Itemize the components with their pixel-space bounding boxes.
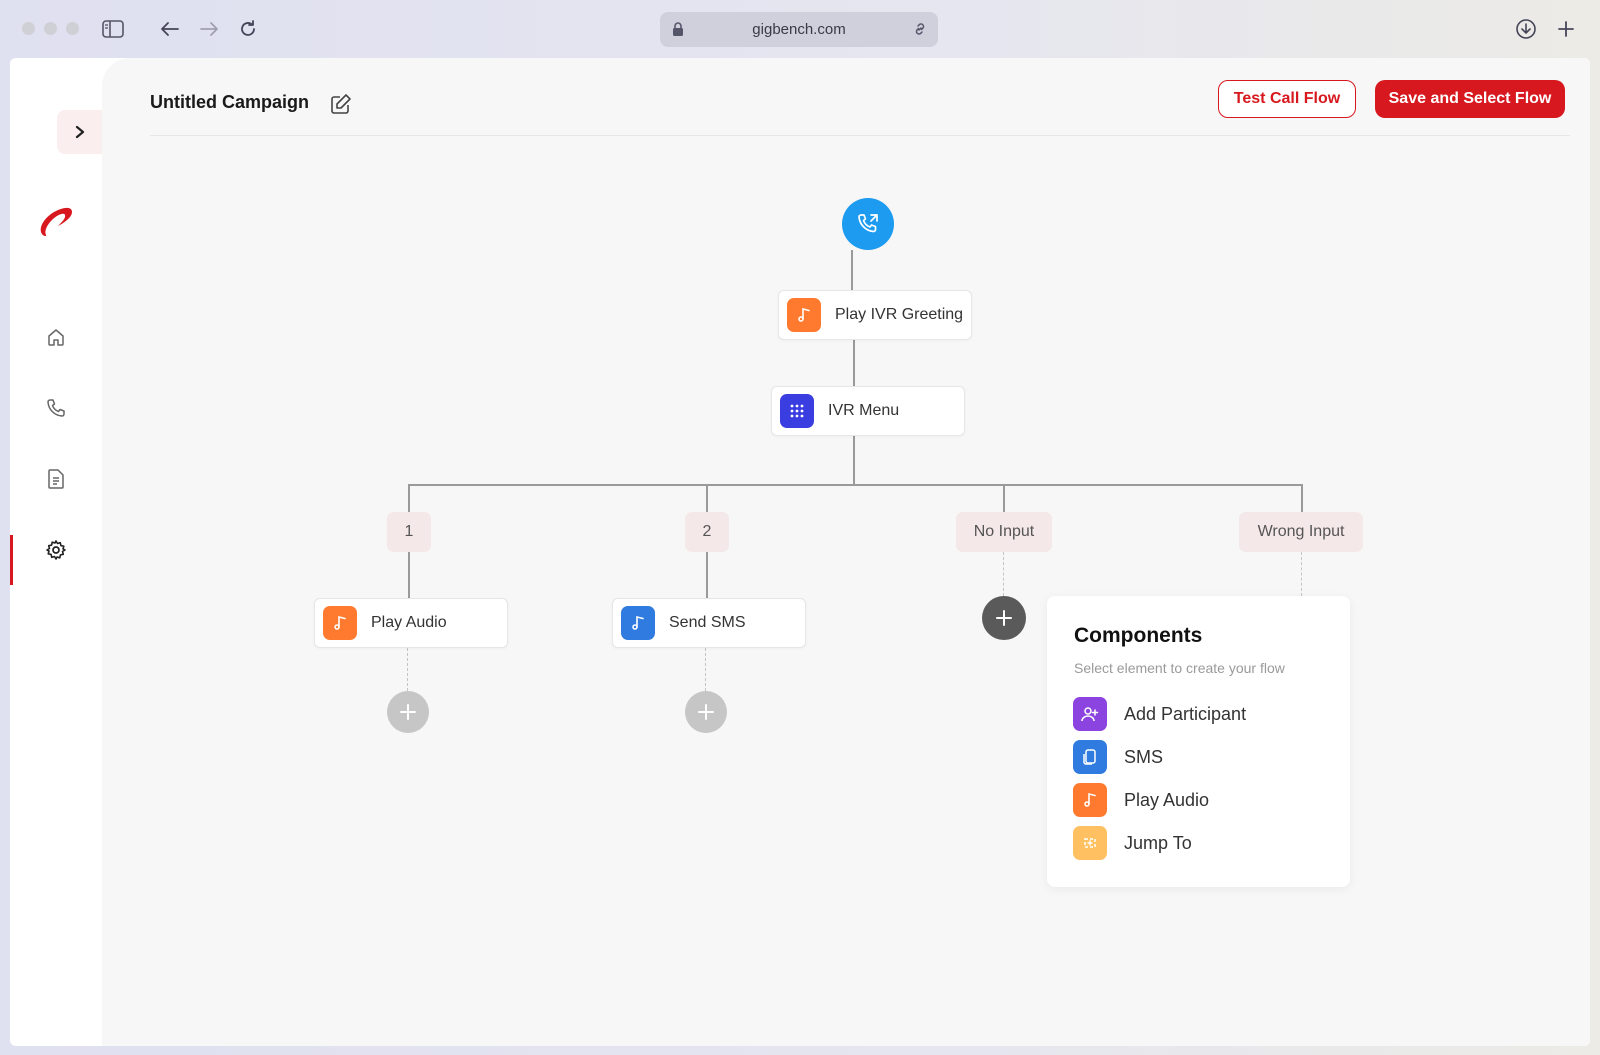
- back-arrow-icon[interactable]: [158, 17, 182, 41]
- dashed-connector: [1003, 552, 1004, 596]
- add-step-button[interactable]: [685, 691, 727, 733]
- download-icon[interactable]: [1514, 17, 1538, 41]
- forward-arrow-icon[interactable]: [197, 17, 221, 41]
- address-bar[interactable]: gigbench.com: [660, 12, 938, 47]
- component-label: Jump To: [1124, 832, 1192, 853]
- flow-canvas: [102, 58, 1590, 1046]
- music-note-icon: [787, 298, 821, 332]
- music-note-icon: [323, 606, 357, 640]
- dashed-connector: [407, 648, 408, 691]
- connector: [706, 484, 708, 512]
- keypad-icon: [780, 394, 814, 428]
- ivr-menu-node[interactable]: IVR Menu: [771, 386, 965, 436]
- reload-icon[interactable]: [236, 17, 260, 41]
- connector: [1003, 484, 1005, 512]
- branch-label-2[interactable]: 2: [685, 512, 729, 552]
- sidebar: [10, 58, 102, 1046]
- node-label: Play Audio: [371, 614, 447, 631]
- add-step-button[interactable]: [387, 691, 429, 733]
- branch-label-wrong-input[interactable]: Wrong Input: [1239, 512, 1363, 552]
- sms-icon: [1073, 740, 1107, 774]
- branch-label-1[interactable]: 1: [387, 512, 431, 552]
- expand-sidebar-button[interactable]: [57, 110, 102, 154]
- gear-icon[interactable]: [44, 538, 68, 562]
- music-note-icon: [1073, 783, 1107, 817]
- panel-subtitle: Select element to create your flow: [1074, 660, 1285, 676]
- branch-label-no-input[interactable]: No Input: [956, 512, 1052, 552]
- dashed-connector: [705, 648, 706, 691]
- document-icon[interactable]: [44, 467, 68, 491]
- component-add-participant[interactable]: Add Participant: [1073, 697, 1246, 731]
- connector: [408, 484, 1303, 486]
- dashed-connector: [1301, 552, 1302, 596]
- component-play-audio[interactable]: Play Audio: [1073, 783, 1209, 817]
- new-tab-icon[interactable]: [1554, 17, 1578, 41]
- add-user-icon: [1073, 697, 1107, 731]
- home-icon[interactable]: [44, 325, 68, 349]
- chevron-right-icon: [75, 125, 84, 139]
- app-window: Untitled Campaign Test Call Flow Save an…: [10, 58, 1590, 1046]
- minimize-window-dot[interactable]: [44, 22, 57, 35]
- play-audio-node[interactable]: Play Audio: [314, 598, 508, 648]
- close-window-dot[interactable]: [22, 22, 35, 35]
- connector: [851, 250, 853, 290]
- component-jump-to[interactable]: Jump To: [1073, 826, 1192, 860]
- plus-icon: [400, 704, 416, 720]
- plus-icon: [698, 704, 714, 720]
- browser-chrome: gigbench.com: [0, 0, 1600, 58]
- airtel-logo: [36, 200, 76, 245]
- node-label: Play IVR Greeting: [835, 306, 964, 323]
- phone-icon[interactable]: [44, 396, 68, 420]
- node-label: Send SMS: [669, 614, 746, 631]
- test-call-flow-button[interactable]: Test Call Flow: [1218, 80, 1356, 118]
- node-label: IVR Menu: [828, 402, 900, 419]
- url-text: gigbench.com: [752, 21, 846, 38]
- call-start-node[interactable]: [842, 198, 894, 250]
- link-icon[interactable]: [912, 21, 928, 41]
- active-nav-indicator: [10, 535, 13, 585]
- jump-icon: [1073, 826, 1107, 860]
- save-and-select-flow-button[interactable]: Save and Select Flow: [1375, 80, 1565, 118]
- header-divider: [150, 135, 1570, 136]
- lock-icon: [672, 22, 684, 40]
- add-step-button-active[interactable]: [982, 596, 1026, 640]
- connector: [706, 552, 708, 598]
- sidebar-toggle-icon[interactable]: [101, 17, 125, 41]
- play-ivr-greeting-node[interactable]: Play IVR Greeting: [778, 290, 972, 340]
- component-label: Play Audio: [1124, 789, 1210, 810]
- edit-icon[interactable]: [330, 93, 352, 120]
- connector: [853, 340, 855, 386]
- connector: [408, 484, 410, 512]
- panel-title: Components: [1074, 624, 1203, 647]
- component-label: Add Participant: [1124, 703, 1247, 724]
- connector: [853, 436, 855, 484]
- connector: [408, 552, 410, 598]
- components-panel: Components Select element to create your…: [1047, 596, 1350, 887]
- plus-icon: [996, 610, 1012, 626]
- phone-outgoing-icon: [858, 214, 878, 233]
- page-title: Untitled Campaign: [150, 92, 310, 112]
- music-note-icon: [621, 606, 655, 640]
- send-sms-node[interactable]: Send SMS: [612, 598, 806, 648]
- maximize-window-dot[interactable]: [66, 22, 79, 35]
- connector: [1301, 484, 1303, 512]
- component-sms[interactable]: SMS: [1073, 740, 1163, 774]
- component-label: SMS: [1124, 746, 1164, 767]
